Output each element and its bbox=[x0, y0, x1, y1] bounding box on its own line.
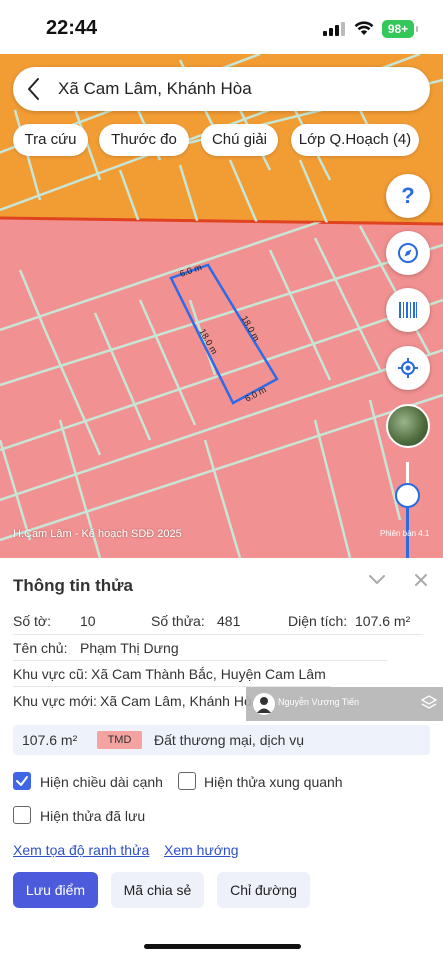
so-thua-value: 481 bbox=[217, 613, 241, 629]
chip-lop-quy-hoach[interactable]: Lớp Q.Hoạch (4) bbox=[291, 124, 419, 156]
khu-vuc-moi-label: Khu vực mới: bbox=[13, 693, 97, 709]
zoom-slider-knob[interactable] bbox=[395, 483, 420, 508]
link-view-direction[interactable]: Xem hướng bbox=[164, 842, 239, 858]
avatar bbox=[253, 693, 275, 715]
my-location-button[interactable] bbox=[386, 346, 430, 390]
close-icon[interactable] bbox=[414, 573, 428, 587]
compass-button[interactable] bbox=[386, 231, 430, 275]
chip-tra-cuu[interactable]: Tra cứu bbox=[13, 124, 88, 156]
battery-indicator: 98+ bbox=[382, 20, 418, 38]
panel-title: Thông tin thửa bbox=[13, 576, 133, 595]
land-use-description: Đất thương mại, dịch vụ bbox=[154, 732, 305, 748]
location-search-bar[interactable]: Xã Cam Lâm, Khánh Hòa bbox=[13, 67, 430, 111]
map-tool-chips: Tra cứu Thước đo Chú giải Lớp Q.Hoạch (4… bbox=[0, 124, 443, 156]
land-use-code-badge: TMD bbox=[97, 731, 142, 749]
barcode-icon bbox=[399, 302, 417, 318]
status-bar: 22:44 98+ bbox=[0, 0, 443, 54]
checkbox-show-saved[interactable] bbox=[13, 806, 31, 824]
cellular-signal-icon bbox=[323, 22, 345, 36]
checkbox-label-edge-lengths[interactable]: Hiện chiều dài cạnh bbox=[40, 774, 163, 790]
khu-vuc-cu-value: Xã Cam Thành Bắc, Huyện Cam Lâm bbox=[91, 666, 326, 682]
status-time: 22:44 bbox=[46, 17, 98, 39]
back-arrow-icon[interactable] bbox=[27, 77, 41, 101]
share-code-button[interactable]: Mã chia sẻ bbox=[111, 872, 204, 908]
satellite-layer-toggle[interactable] bbox=[386, 404, 430, 448]
dien-tich-value: 107.6 m² bbox=[355, 613, 411, 629]
so-thua-label: Số thửa: bbox=[151, 613, 205, 629]
watermark-name: Nguyễn Vương Tiến bbox=[278, 697, 359, 707]
land-use-info: 107.6 m² TMD Đất thương mại, dịch vụ bbox=[13, 725, 430, 755]
khu-vuc-cu-label: Khu vực cũ: bbox=[13, 666, 88, 682]
checkbox-label-saved[interactable]: Hiện thửa đã lưu bbox=[40, 808, 145, 824]
help-button[interactable]: ? bbox=[386, 174, 430, 218]
so-to-value: 10 bbox=[80, 613, 96, 629]
wifi-icon bbox=[354, 21, 374, 35]
directions-button[interactable]: Chỉ đường bbox=[217, 872, 310, 908]
home-indicator bbox=[144, 944, 301, 949]
watermark-overlay: Nguyễn Vương Tiến bbox=[246, 687, 443, 721]
checkbox-show-neighbors[interactable] bbox=[178, 772, 196, 790]
so-to-label: Số tờ: bbox=[13, 613, 51, 629]
question-icon: ? bbox=[401, 183, 415, 208]
map-version: Phiên bản 4.1 bbox=[380, 529, 430, 538]
save-point-button[interactable]: Lưu điểm bbox=[13, 872, 98, 908]
map-caption: H.Cam Lâm - Kế hoạch SDĐ 2025 bbox=[13, 528, 182, 540]
zoom-slider-track[interactable] bbox=[406, 462, 409, 558]
chevron-down-icon[interactable] bbox=[368, 574, 386, 586]
parcel-info-panel: Thông tin thửa Số tờ: 10 Số thửa: 481 Di… bbox=[0, 558, 443, 959]
layers-icon bbox=[420, 695, 438, 709]
location-title[interactable]: Xã Cam Lâm, Khánh Hòa bbox=[58, 79, 252, 99]
checkmark-icon bbox=[16, 776, 28, 786]
crosshair-location-icon bbox=[398, 358, 418, 378]
dien-tich-label: Diện tích: bbox=[288, 613, 348, 629]
ten-chu-label: Tên chủ: bbox=[13, 640, 68, 656]
barcode-scan-button[interactable] bbox=[386, 288, 430, 332]
chip-chu-giai[interactable]: Chú giải bbox=[201, 124, 278, 156]
ten-chu-value: Phạm Thị Dưng bbox=[80, 640, 179, 656]
link-view-boundary-coordinates[interactable]: Xem tọa độ ranh thửa bbox=[13, 842, 149, 858]
land-use-area: 107.6 m² bbox=[22, 732, 78, 748]
compass-icon bbox=[398, 243, 418, 263]
residential-zone bbox=[0, 218, 443, 558]
checkbox-show-edge-lengths[interactable] bbox=[13, 772, 31, 790]
checkbox-label-neighbors[interactable]: Hiện thửa xung quanh bbox=[204, 774, 343, 790]
khu-vuc-moi-value: Xã Cam Lâm, Khánh Hòa bbox=[100, 693, 260, 709]
chip-thuoc-do[interactable]: Thước đo bbox=[99, 124, 189, 156]
